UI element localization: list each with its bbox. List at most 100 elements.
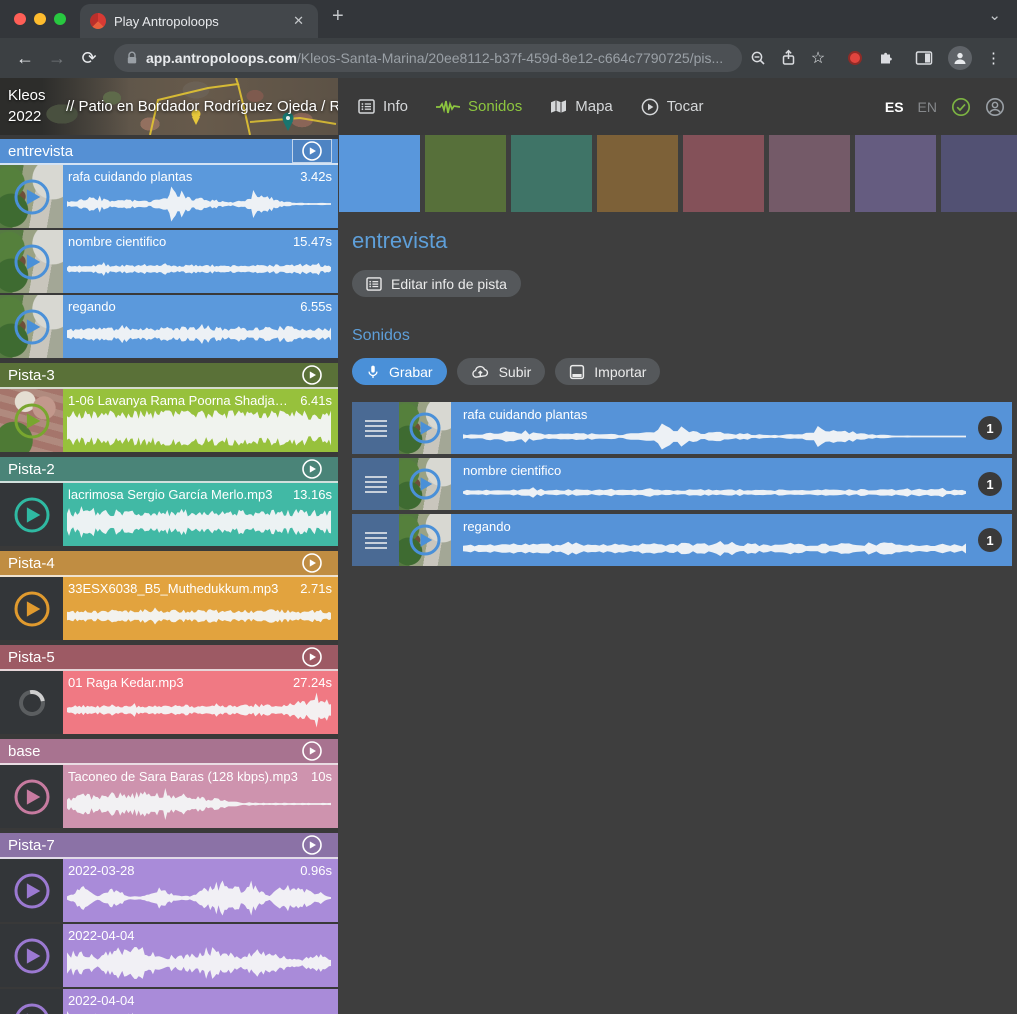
clip-row[interactable]: lacrimosa Sergio García Merlo.mp313.16s bbox=[0, 483, 338, 546]
clip-thumbnail[interactable] bbox=[0, 230, 63, 293]
recording-indicator-icon[interactable] bbox=[848, 51, 862, 65]
play-icon[interactable] bbox=[409, 412, 441, 444]
play-icon[interactable] bbox=[14, 1003, 50, 1014]
sound-thumbnail[interactable] bbox=[399, 458, 451, 510]
lang-en[interactable]: EN bbox=[918, 99, 937, 115]
tab-sonidos[interactable]: Sonidos bbox=[436, 98, 522, 115]
play-icon[interactable] bbox=[14, 873, 50, 909]
play-icon[interactable] bbox=[409, 524, 441, 556]
clip-thumbnail[interactable] bbox=[0, 989, 63, 1014]
track-play-icon[interactable] bbox=[301, 458, 323, 480]
new-tab-button[interactable]: + bbox=[318, 5, 358, 34]
play-icon[interactable] bbox=[14, 179, 50, 215]
play-icon[interactable] bbox=[14, 938, 50, 974]
close-window-button[interactable] bbox=[14, 13, 26, 25]
track-header-Pista-7[interactable]: Pista-7 bbox=[0, 833, 338, 859]
track-color-tab-8[interactable] bbox=[941, 135, 1017, 212]
track-play-button[interactable] bbox=[292, 457, 332, 481]
track-header-Pista-3[interactable]: Pista-3 bbox=[0, 363, 338, 389]
track-color-tab-1-selected[interactable] bbox=[339, 135, 420, 212]
track-color-tab-2[interactable] bbox=[425, 135, 506, 212]
reload-button[interactable]: ⟳ bbox=[74, 43, 104, 73]
play-icon[interactable] bbox=[14, 497, 50, 533]
browser-tab[interactable]: Play Antropoloops ✕ bbox=[80, 4, 318, 38]
play-icon[interactable] bbox=[14, 403, 50, 439]
track-play-icon[interactable] bbox=[301, 552, 323, 574]
lang-es[interactable]: ES bbox=[885, 99, 904, 115]
browser-menu-icon[interactable]: ⋮ bbox=[982, 49, 1005, 67]
edit-track-info-button[interactable]: Editar info de pista bbox=[352, 270, 521, 297]
track-header-base[interactable]: base bbox=[0, 739, 338, 765]
play-icon[interactable] bbox=[14, 779, 50, 815]
track-play-button[interactable] bbox=[292, 363, 332, 387]
track-play-button[interactable] bbox=[292, 645, 332, 669]
import-button[interactable]: Importar bbox=[555, 358, 660, 385]
track-play-button[interactable] bbox=[292, 833, 332, 857]
track-color-tab-6[interactable] bbox=[769, 135, 850, 212]
clip-thumbnail[interactable] bbox=[0, 165, 63, 228]
track-play-button[interactable] bbox=[292, 739, 332, 763]
drag-handle[interactable] bbox=[352, 514, 399, 566]
track-play-button[interactable] bbox=[292, 551, 332, 575]
upload-button[interactable]: Subir bbox=[457, 358, 546, 385]
clip-row[interactable]: regando6.55s bbox=[0, 295, 338, 358]
track-color-tab-7[interactable] bbox=[855, 135, 936, 212]
track-header-Pista-5[interactable]: Pista-5 bbox=[0, 645, 338, 671]
clip-row[interactable]: 1-06 Lavanya Rama Poorna Shadjam Rupak..… bbox=[0, 389, 338, 452]
maximize-window-button[interactable] bbox=[54, 13, 66, 25]
extensions-puzzle-icon[interactable] bbox=[872, 44, 900, 72]
track-color-tab-3[interactable] bbox=[511, 135, 592, 212]
clip-thumbnail[interactable] bbox=[0, 671, 63, 734]
sound-row[interactable]: nombre cientifico1 bbox=[352, 458, 1012, 510]
clip-row[interactable]: rafa cuidando plantas3.42s bbox=[0, 165, 338, 228]
clip-thumbnail[interactable] bbox=[0, 924, 63, 987]
app-logo[interactable]: Kleos 2022 bbox=[8, 85, 46, 127]
forward-button[interactable]: → bbox=[42, 43, 72, 73]
zoom-level-icon[interactable] bbox=[744, 44, 772, 72]
tab-search-chevron-icon[interactable]: ⌄ bbox=[988, 6, 1017, 32]
track-color-tab-4[interactable] bbox=[597, 135, 678, 212]
drag-handle[interactable] bbox=[352, 458, 399, 510]
sync-check-icon[interactable] bbox=[951, 97, 971, 117]
clip-row[interactable]: 33ESX6038_B5_Muthedukkum.mp32.71s bbox=[0, 577, 338, 640]
bookmark-star-icon[interactable]: ☆ bbox=[804, 44, 832, 72]
track-play-icon[interactable] bbox=[301, 140, 323, 162]
play-icon[interactable] bbox=[409, 468, 441, 500]
track-header-Pista-2[interactable]: Pista-2 bbox=[0, 457, 338, 483]
clip-thumbnail[interactable] bbox=[0, 577, 63, 640]
clip-row[interactable]: Taconeo de Sara Baras (128 kbps).mp310s bbox=[0, 765, 338, 828]
tab-mapa[interactable]: Mapa bbox=[550, 98, 613, 115]
track-color-tab-5[interactable] bbox=[683, 135, 764, 212]
sound-row[interactable]: rafa cuidando plantas1 bbox=[352, 402, 1012, 454]
track-play-icon[interactable] bbox=[301, 646, 323, 668]
sound-thumbnail[interactable] bbox=[399, 514, 451, 566]
track-play-button[interactable] bbox=[292, 139, 332, 163]
back-button[interactable]: ← bbox=[10, 43, 40, 73]
side-panel-icon[interactable] bbox=[910, 44, 938, 72]
account-icon[interactable] bbox=[985, 97, 1005, 117]
clip-thumbnail[interactable] bbox=[0, 389, 63, 452]
clip-row[interactable]: 01 Raga Kedar.mp327.24s bbox=[0, 671, 338, 734]
drag-handle[interactable] bbox=[352, 402, 399, 454]
clip-row[interactable]: nombre cientifico15.47s bbox=[0, 230, 338, 293]
tab-close-icon[interactable]: ✕ bbox=[289, 11, 308, 31]
track-play-icon[interactable] bbox=[301, 364, 323, 386]
share-icon[interactable] bbox=[774, 44, 802, 72]
tab-tocar[interactable]: Tocar bbox=[641, 98, 704, 116]
clip-thumbnail[interactable] bbox=[0, 295, 63, 358]
clip-row[interactable]: 2022-04-04 bbox=[0, 924, 338, 987]
play-icon[interactable] bbox=[14, 244, 50, 280]
sound-row[interactable]: regando1 bbox=[352, 514, 1012, 566]
clip-thumbnail[interactable] bbox=[0, 483, 63, 546]
sound-thumbnail[interactable] bbox=[399, 402, 451, 454]
clip-thumbnail[interactable] bbox=[0, 859, 63, 922]
track-header-entrevista[interactable]: entrevista bbox=[0, 139, 338, 165]
record-button[interactable]: Grabar bbox=[352, 358, 447, 385]
track-play-icon[interactable] bbox=[301, 740, 323, 762]
clip-row[interactable]: 2022-03-280.96s bbox=[0, 859, 338, 922]
minimize-window-button[interactable] bbox=[34, 13, 46, 25]
profile-avatar[interactable] bbox=[948, 46, 972, 70]
clip-row[interactable]: 2022-04-04 bbox=[0, 989, 338, 1014]
clip-thumbnail[interactable] bbox=[0, 765, 63, 828]
track-header-Pista-4[interactable]: Pista-4 bbox=[0, 551, 338, 577]
